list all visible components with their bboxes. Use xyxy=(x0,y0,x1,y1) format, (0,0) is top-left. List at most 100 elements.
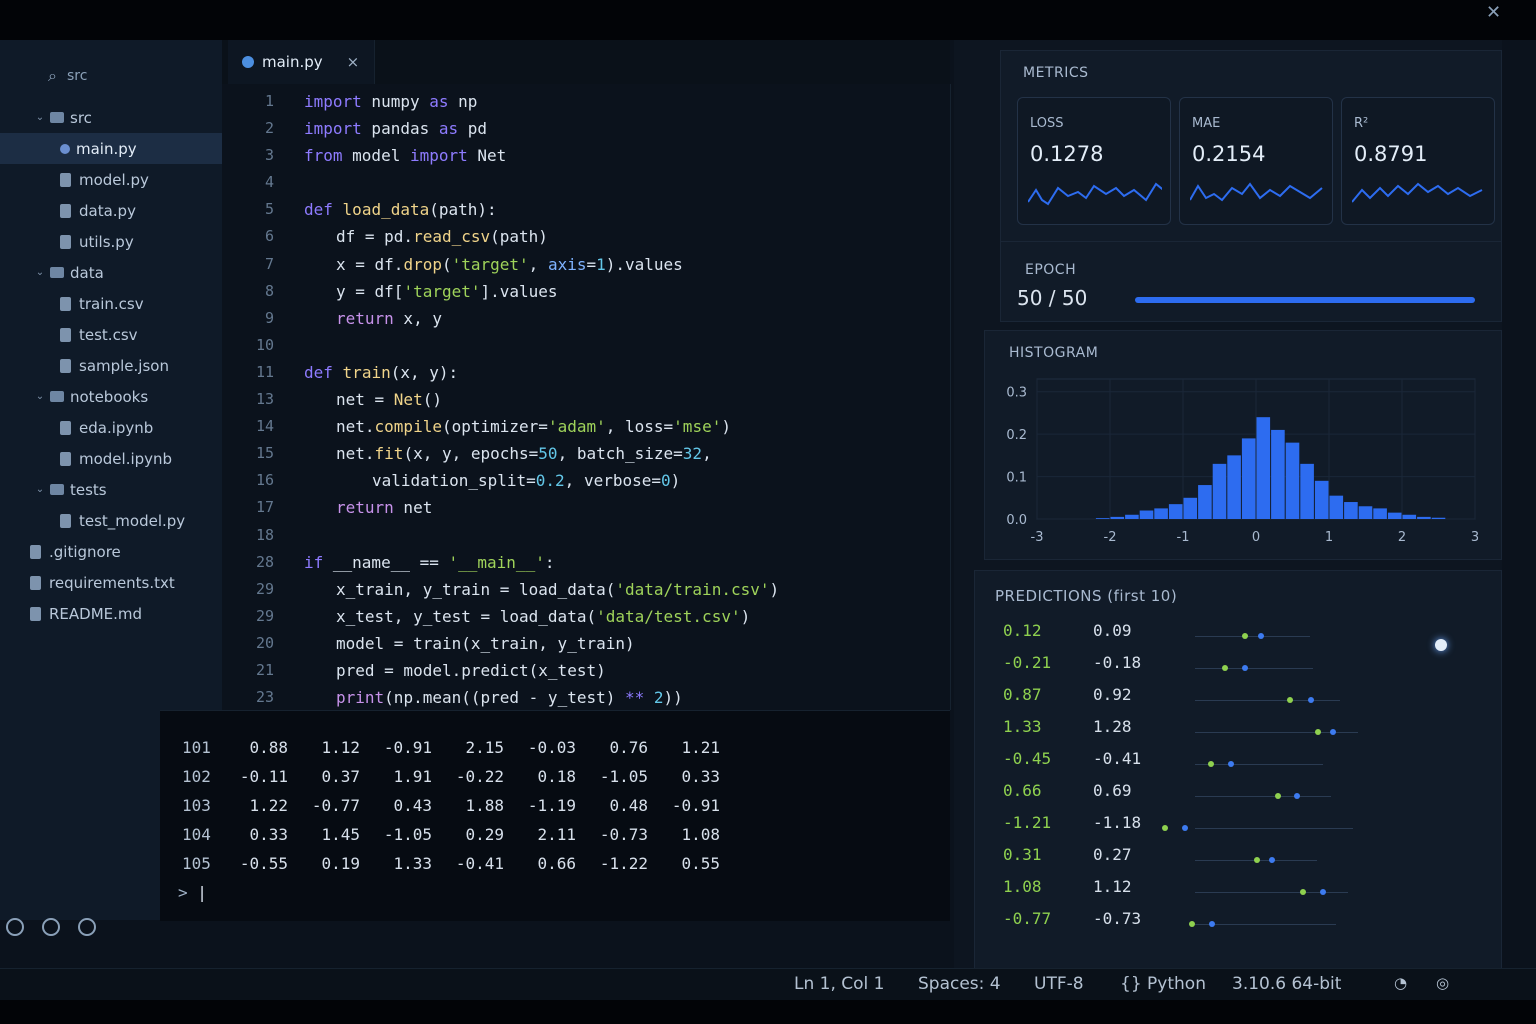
close-icon[interactable]: × xyxy=(347,53,360,71)
chevron-down-icon[interactable]: ⌄ xyxy=(34,484,46,495)
histogram-bar xyxy=(1271,429,1285,519)
cursor-position[interactable]: Ln 1, Col 1 xyxy=(794,974,885,994)
code-line: x_test, y_test = load_data('data/test.cs… xyxy=(304,603,944,630)
chevron-down-icon[interactable]: ⌄ xyxy=(34,267,46,278)
tree-item-train-csv[interactable]: train.csv xyxy=(0,288,222,319)
code-token: ** xyxy=(625,688,645,708)
language-mode[interactable]: {} Python xyxy=(1120,974,1206,994)
line-number: 14 xyxy=(255,417,274,436)
predicted-dot xyxy=(1188,921,1195,927)
tree-item-data[interactable]: ⌄ data xyxy=(0,257,222,288)
explorer-header: ⌕ src xyxy=(0,40,222,90)
terminal-cell: 0.88 xyxy=(249,738,288,757)
tree-item-utils-py[interactable]: utils.py xyxy=(0,226,222,257)
predictions-list: 0.12 0.09 -0.21 -0.18 0.87 0.92 1.33 1.28 -0.45-… xyxy=(975,621,1501,971)
terminal-cell: 1.88 xyxy=(465,796,504,815)
line-number: 11 xyxy=(255,362,274,381)
search-icon[interactable]: ⌕ xyxy=(48,66,57,86)
activity-icons xyxy=(6,918,96,936)
code-token: 0 xyxy=(661,471,671,491)
histogram-bar xyxy=(1125,514,1139,519)
indentation-status[interactable]: Spaces: 4 xyxy=(918,974,1001,994)
histogram-section: HISTOGRAM 0.0 0.1 0.2 0.3 -3 -2 -1 0 1 2 3 xyxy=(984,330,1502,560)
actual-value: -0.18 xyxy=(1093,653,1142,672)
tree-item-tests[interactable]: ⌄ tests xyxy=(0,474,222,505)
tree-item-sample-json[interactable]: sample.json xyxy=(0,350,222,381)
code-token: y = df[ xyxy=(336,281,404,301)
folder-icon xyxy=(50,267,64,278)
histogram-bar xyxy=(1314,480,1329,519)
line-number: 8 xyxy=(264,281,274,300)
terminal-cell: -1.05 xyxy=(599,767,648,786)
terminal-cell: -1.22 xyxy=(599,854,648,873)
code-token: Net xyxy=(393,390,423,410)
chevron-down-icon[interactable]: ⌄ xyxy=(34,391,46,402)
code-token: def xyxy=(304,362,333,382)
tree-item-label: main.py xyxy=(76,139,137,158)
terminal-cell: -0.03 xyxy=(527,738,576,757)
line-number: 18 xyxy=(255,525,274,544)
code-token: , verbose= xyxy=(564,471,661,491)
file-icon xyxy=(30,575,41,590)
tree-item-notebooks[interactable]: ⌄ notebooks xyxy=(0,381,222,412)
tree-item-test-model-py[interactable]: test_model.py xyxy=(0,505,222,536)
tree-item-test-csv[interactable]: test.csv xyxy=(0,319,222,350)
code-token: ) xyxy=(721,417,731,437)
code-area[interactable]: import numpy as np import pandas as pd fro… xyxy=(304,88,944,711)
code-line: net.fit(x, y, epochs=50, batch_size=32, xyxy=(304,440,944,467)
predictions-title: PREDICTIONS (first 10) xyxy=(995,587,1178,605)
code-token: 0.2 xyxy=(535,471,565,491)
tree-item-label: requirements.txt xyxy=(49,573,175,592)
notifications-icon[interactable]: ◔ xyxy=(1394,974,1407,992)
sync-icon[interactable] xyxy=(42,918,60,936)
settings-icon[interactable] xyxy=(78,918,96,936)
terminal-output: 101 0.88 1.12 -0.91 2.15 -0.03 0.76 1.21 102 -0.1… xyxy=(182,733,720,878)
terminal-panel[interactable]: 101 0.88 1.12 -0.91 2.15 -0.03 0.76 1.21 102 -0.1… xyxy=(160,710,950,921)
terminal-cell: 2.15 xyxy=(465,738,504,757)
line-number: 4 xyxy=(264,173,274,192)
python-version[interactable]: 3.10.6 64-bit xyxy=(1232,974,1341,994)
window-close-icon[interactable]: ✕ xyxy=(1486,2,1501,23)
terminal-row: 104 0.33 1.45 -1.05 0.29 2.11 -0.73 1.08 xyxy=(182,820,720,849)
tree-item--gitignore[interactable]: .gitignore xyxy=(0,536,222,567)
tree-item-label: eda.ipynb xyxy=(79,418,154,437)
code-line: x = df.drop('target', axis=1).values xyxy=(304,251,944,278)
code-token: return xyxy=(336,308,394,328)
encoding-status[interactable]: UTF-8 xyxy=(1034,974,1084,994)
tree-item-eda-ipynb[interactable]: eda.ipynb xyxy=(0,412,222,443)
code-token: 'target' xyxy=(403,281,481,301)
tree-item-label: test_model.py xyxy=(79,511,186,530)
tree-item-model-ipynb[interactable]: model.ipynb xyxy=(0,443,222,474)
line-number: 17 xyxy=(255,498,274,517)
predicted-dot xyxy=(1222,665,1229,671)
account-icon[interactable] xyxy=(6,918,24,936)
code-token: 32 xyxy=(682,444,703,464)
chevron-down-icon[interactable]: ⌄ xyxy=(34,112,46,123)
code-editor[interactable]: 1 2 3 4 5 6 7 8 9 10 11 13 14 15 16 17 18 28 29 29 20 21 23 im… xyxy=(222,84,951,710)
code-line: y = df['target'].values xyxy=(304,278,944,305)
actual-value: -1.18 xyxy=(1093,813,1142,832)
slider-handle[interactable] xyxy=(1435,639,1447,651)
tab-main-py[interactable]: main.py × xyxy=(228,40,375,84)
tree-item-main-py[interactable]: main.py xyxy=(0,133,222,164)
tree-item-requirements-txt[interactable]: requirements.txt xyxy=(0,567,222,598)
code-token: , batch_size= xyxy=(557,444,683,464)
tree-item-data-py[interactable]: data.py xyxy=(0,195,222,226)
terminal-prompt[interactable]: > | xyxy=(178,883,207,902)
terminal-cell: -0.22 xyxy=(455,767,504,786)
tree-item-label: data.py xyxy=(79,201,136,220)
code-token: if xyxy=(304,552,324,572)
histogram-bar xyxy=(1198,485,1212,519)
terminal-cell: 1.33 xyxy=(393,854,432,873)
tree-item-label: model.ipynb xyxy=(79,449,173,468)
tree-item-src[interactable]: ⌄ src xyxy=(0,102,222,133)
code-line: if __name__ == '__main__': xyxy=(304,549,944,576)
tree-item-readme-md[interactable]: README.md xyxy=(0,598,222,629)
status-bar: Ln 1, Col 1 Spaces: 4 UTF-8 {} Python 3.… xyxy=(0,968,1536,1001)
tab-label: main.py xyxy=(262,53,323,71)
actual-dot xyxy=(1258,633,1265,639)
line-number: 28 xyxy=(255,552,274,571)
y-tick-label: 0.0 xyxy=(1006,513,1027,528)
feedback-icon[interactable]: ◎ xyxy=(1436,974,1449,992)
tree-item-model-py[interactable]: model.py xyxy=(0,164,222,195)
